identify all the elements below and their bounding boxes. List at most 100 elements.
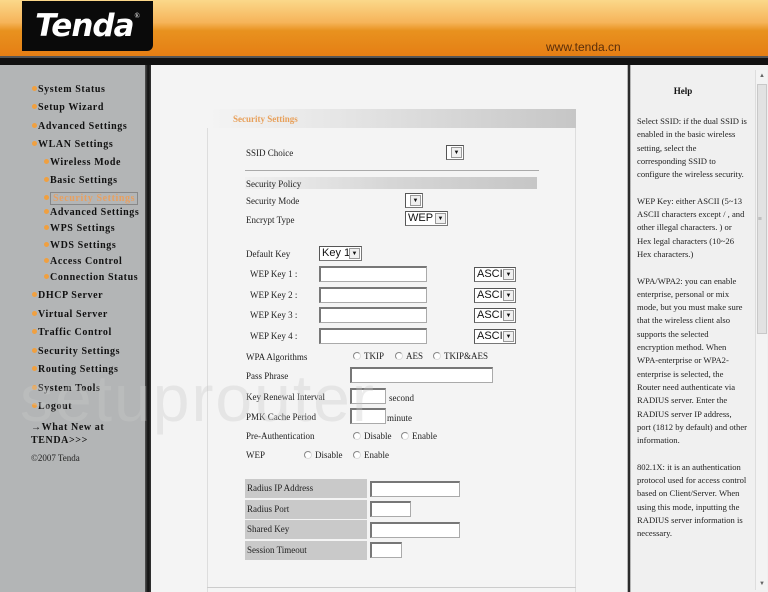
bullet-icon <box>44 177 49 183</box>
radio-wep-disable[interactable]: Disable <box>304 450 343 460</box>
chevron-down-icon: ▼ <box>410 195 421 206</box>
sidebar-item-logout[interactable]: Logout <box>32 401 72 412</box>
radio-preauth-disable[interactable]: Disable <box>353 431 392 441</box>
sidebar-item-system-tools[interactable]: System Tools <box>32 383 101 394</box>
wpa-algorithms-label: WPA Algorithms <box>246 352 308 362</box>
whats-new-link[interactable]: →What New at TENDA>>> <box>31 421 104 447</box>
scrollbar-thumb[interactable] <box>757 84 767 334</box>
bullet-icon <box>44 209 49 215</box>
security-policy-label: Security Policy <box>246 179 302 189</box>
wep-key-1-input[interactable] <box>319 266 427 282</box>
radio-aes[interactable]: AES <box>395 351 423 361</box>
shared-key-label: Shared Key <box>245 520 367 539</box>
bullet-icon <box>32 348 37 354</box>
bullet-icon <box>32 292 37 298</box>
sidebar-item-label: Basic Settings <box>50 175 118 186</box>
shared-key-input[interactable] <box>370 522 460 538</box>
bullet-icon <box>32 123 37 129</box>
radio-circle <box>353 352 361 360</box>
tenda-logo: Tenda ® <box>22 1 153 51</box>
sidebar-item-virtual-server[interactable]: Virtual Server <box>32 309 108 320</box>
sidebar-item-label: Connection Status <box>50 272 139 283</box>
sidebar-item-label: Security Settings <box>38 346 121 357</box>
sidebar-item-connection-status[interactable]: Connection Status <box>44 272 138 283</box>
radio-wep-enable[interactable]: Enable <box>353 450 389 460</box>
sidebar-item-security-settings[interactable]: Security Settings <box>44 192 139 205</box>
key-renewal-unit: second <box>389 393 414 403</box>
radio-circle <box>395 352 403 360</box>
radio-circle <box>353 432 361 440</box>
radio-tkip-aes[interactable]: TKIP&AES <box>433 351 488 361</box>
wep-key-3-input[interactable] <box>319 307 427 323</box>
sidebar-item-wds-settings[interactable]: WDS Settings <box>44 240 116 251</box>
sidebar-item-label: Traffic Control <box>38 327 112 338</box>
help-title: Help <box>673 86 693 96</box>
sidebar-item-label: Setup Wizard <box>38 102 105 113</box>
pmk-cache-label: PMK Cache Period <box>246 412 316 422</box>
sidebar-item-label: Routing Settings <box>38 364 119 375</box>
bullet-icon <box>32 403 37 409</box>
sidebar-item-access-control[interactable]: Access Control <box>44 256 122 267</box>
sidebar-item-traffic-control[interactable]: Traffic Control <box>32 327 112 338</box>
help-scrollbar[interactable]: ▲ ≡ ▼ <box>755 70 767 590</box>
sidebar-item-wireless-mode[interactable]: Wireless Mode <box>44 157 121 168</box>
chevron-down-icon: ▼ <box>503 290 514 301</box>
wep-key-2-input[interactable] <box>319 287 427 303</box>
radius-ip-input[interactable] <box>370 481 460 497</box>
wep-key-2-format-select[interactable]: ASCII ▼ <box>474 288 516 303</box>
wep-key-1-format-select[interactable]: ASCII ▼ <box>474 267 516 282</box>
bullet-icon <box>32 311 37 317</box>
session-timeout-input[interactable] <box>370 542 402 558</box>
sidebar-item-security-settings[interactable]: Security Settings <box>32 346 120 357</box>
wep-key-4-format-select[interactable]: ASCII ▼ <box>474 329 516 344</box>
session-timeout-label: Session Timeout <box>245 541 367 560</box>
sidebar-item-dhcp-server[interactable]: DHCP Server <box>32 290 103 301</box>
sidebar-item-advanced-settings[interactable]: Advanced Settings <box>32 121 127 132</box>
sidebar-item-setup-wizard[interactable]: Setup Wizard <box>32 102 104 113</box>
radio-circle <box>433 352 441 360</box>
header-banner: Tenda ® www.tenda.cn <box>0 0 768 56</box>
encrypt-type-label: Encrypt Type <box>246 215 295 225</box>
bullet-icon <box>32 385 37 391</box>
help-paragraph-wep: WEP Key: either ASCII (5~13 ASCII charac… <box>637 195 745 259</box>
grip-icon: ≡ <box>758 215 762 223</box>
scroll-up-arrow-icon[interactable]: ▲ <box>756 70 768 82</box>
sidebar-item-label: Advanced Settings <box>38 121 128 132</box>
sidebar-item-label: DHCP Server <box>38 290 104 301</box>
sidebar-item-advanced-settings[interactable]: Advanced Settings <box>44 207 139 218</box>
sidebar-item-system-status[interactable]: System Status <box>32 84 106 95</box>
sidebar-item-routing-settings[interactable]: Routing Settings <box>32 364 118 375</box>
pass-phrase-label: Pass Phrase <box>246 371 289 381</box>
radio-circle <box>401 432 409 440</box>
ssid-choice-select[interactable]: ▼ <box>446 145 464 160</box>
sidebar-item-label: WPS Settings <box>50 223 116 234</box>
ssid-choice-label: SSID Choice <box>246 148 294 158</box>
pass-phrase-input[interactable] <box>350 367 493 383</box>
radio-preauth-enable[interactable]: Enable <box>401 431 437 441</box>
bullet-icon <box>44 258 49 264</box>
help-paragraph-8021x: 802.1X: it is an authentication protocol… <box>637 461 747 539</box>
encrypt-type-select[interactable]: WEP ▼ <box>405 211 448 226</box>
bullet-icon <box>32 366 37 372</box>
radius-port-input[interactable] <box>370 501 411 517</box>
bullet-icon <box>32 86 37 92</box>
wep-key-3-format-select[interactable]: ASCII ▼ <box>474 308 516 323</box>
default-key-select[interactable]: Key 1 ▼ <box>319 246 362 261</box>
sidebar-item-label: WLAN Settings <box>38 139 114 150</box>
whats-new-line2: TENDA>>> <box>31 435 88 446</box>
radio-tkip[interactable]: TKIP <box>353 351 384 361</box>
sidebar-item-label: Virtual Server <box>38 309 108 320</box>
key-renewal-label: Key Renewal Interval <box>246 392 325 402</box>
sidebar-item-wps-settings[interactable]: WPS Settings <box>44 223 115 234</box>
key-renewal-input[interactable] <box>350 388 386 404</box>
wep-key-4-input[interactable] <box>319 328 427 344</box>
help-paragraph-wpa: WPA/WPA2: you can enable enterprise, per… <box>637 275 748 446</box>
bullet-icon <box>32 141 37 147</box>
bullet-icon <box>32 104 37 110</box>
sidebar-item-wlan-settings[interactable]: WLAN Settings <box>32 139 113 150</box>
bullet-icon <box>44 159 49 165</box>
pmk-cache-input[interactable] <box>350 408 386 424</box>
security-mode-select[interactable]: ▼ <box>405 193 423 208</box>
sidebar-item-basic-settings[interactable]: Basic Settings <box>44 175 118 186</box>
scroll-down-arrow-icon[interactable]: ▼ <box>756 578 768 590</box>
